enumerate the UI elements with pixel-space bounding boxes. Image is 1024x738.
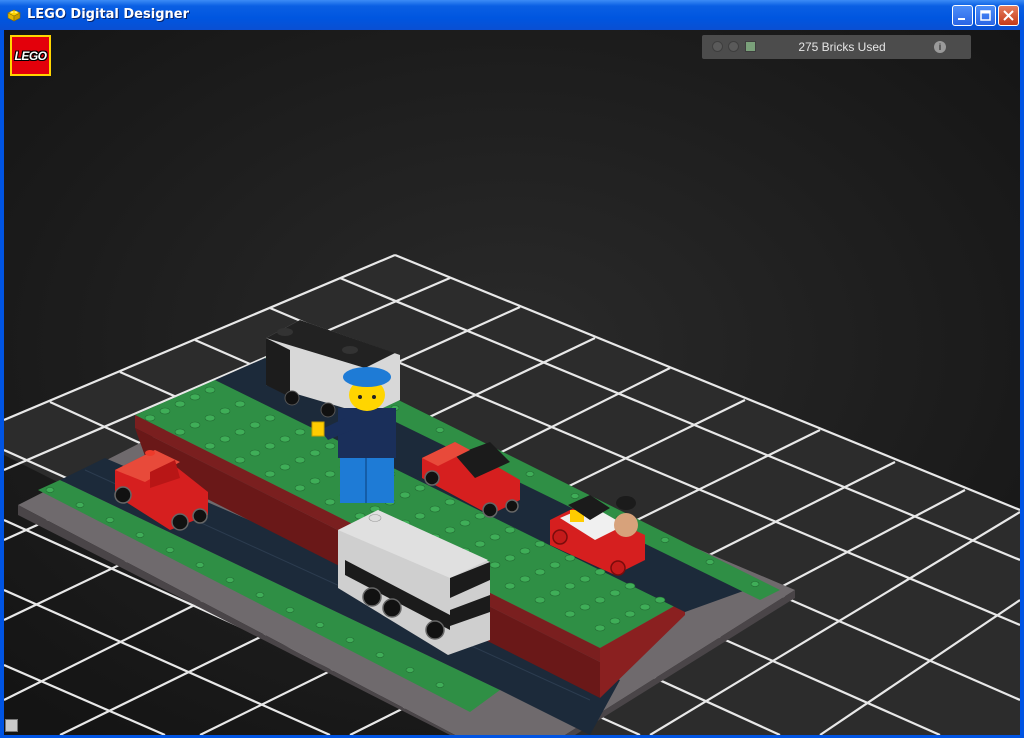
corner-resize-icon[interactable]: [5, 719, 18, 732]
3d-viewport[interactable]: LEGO 275 Bricks Used i: [4, 30, 1020, 735]
close-icon: [1003, 10, 1014, 21]
lego-scene[interactable]: [4, 30, 1020, 735]
maximize-icon: [980, 10, 991, 21]
info-icon[interactable]: i: [934, 41, 946, 53]
window-title: LEGO Digital Designer: [27, 7, 189, 22]
lego-logo: LEGO: [10, 35, 51, 76]
brick-count-panel: 275 Bricks Used i: [702, 35, 971, 59]
title-bar[interactable]: LEGO Digital Designer: [0, 0, 1024, 30]
panel-dot-1[interactable]: [712, 41, 723, 52]
application-window: LEGO Digital Designer LEGO 275 Bricks Us…: [0, 0, 1024, 738]
minimize-icon: [958, 18, 965, 20]
bricks-used-label: 275 Bricks Used: [798, 40, 886, 54]
maximize-button[interactable]: [975, 5, 996, 26]
close-button[interactable]: [998, 5, 1019, 26]
lego-brick-icon: [7, 9, 21, 22]
panel-toggle-icon[interactable]: [745, 41, 756, 52]
lego-logo-text: LEGO: [14, 48, 47, 63]
panel-dot-2[interactable]: [728, 41, 739, 52]
minimize-button[interactable]: [952, 5, 973, 26]
